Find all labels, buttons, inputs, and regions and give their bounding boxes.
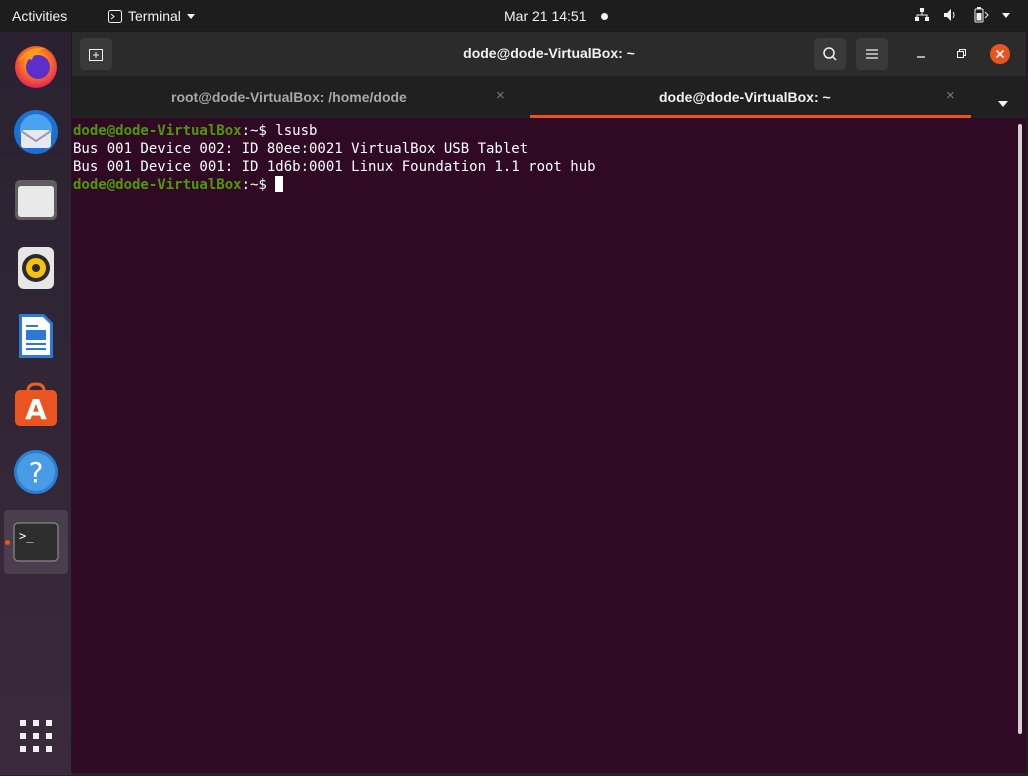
tab-bar: root@dode-VirtualBox: /home/dode × dode@… [72, 76, 1026, 118]
hamburger-icon [866, 49, 878, 59]
show-applications-icon[interactable] [20, 720, 52, 752]
notification-dot-icon [600, 12, 608, 20]
top-bar: Activities Terminal Mar 21 14:51 [0, 0, 1028, 32]
clock[interactable]: Mar 21 14:51 [504, 8, 608, 24]
search-icon [823, 47, 837, 61]
volume-icon [944, 9, 955, 21]
tab-root-label: root@dode-VirtualBox: /home/dode [171, 89, 407, 105]
help-glyph: ? [14, 450, 58, 494]
system-menu-chevron-icon [1002, 12, 1010, 18]
title-bar[interactable]: dode@dode-VirtualBox: ~ [72, 32, 1026, 76]
firefox-icon[interactable] [10, 40, 62, 92]
rhythmbox-glyph [18, 247, 54, 289]
chevron-down-icon [186, 13, 195, 19]
prompt-user: dode@dode-VirtualBox [73, 123, 242, 139]
tab-root-close-icon[interactable]: × [496, 87, 505, 104]
datetime: Mar 21 14:51 [504, 8, 587, 24]
tab-dode-close-icon[interactable]: × [946, 87, 955, 104]
text-cursor [275, 176, 284, 192]
terminal-glyph: >_ [13, 522, 59, 562]
prompt-user: dode@dode-VirtualBox [73, 177, 242, 193]
thunderbird-icon[interactable] [10, 106, 62, 158]
rhythmbox-icon[interactable] [10, 242, 62, 294]
output-line: Bus 001 Device 001: ID 1d6b:0001 Linux F… [73, 159, 596, 175]
ubuntu-software-icon[interactable]: A [10, 378, 62, 430]
prompt-suffix: :~$ [241, 123, 276, 139]
svg-text:>_: >_ [19, 529, 34, 543]
tab-list-chevron-icon [998, 101, 1008, 107]
terminal-small-icon [108, 9, 122, 23]
prompt-suffix: :~$ [241, 177, 276, 193]
minimize-icon [917, 56, 925, 58]
writer-glyph [19, 314, 53, 358]
app-menu[interactable]: Terminal [108, 8, 195, 24]
libreoffice-writer-icon[interactable] [10, 310, 62, 362]
dock: A ? >_ [0, 32, 72, 775]
close-icon [995, 49, 1005, 59]
terminal-window: dode@dode-VirtualBox: ~ root@dode-Virtua… [72, 32, 1026, 772]
minimize-button[interactable] [911, 44, 931, 64]
command-text: lsusb [275, 123, 318, 139]
network-icon [915, 8, 929, 21]
search-button[interactable] [814, 38, 846, 70]
tab-list-button[interactable] [998, 94, 1008, 110]
tab-dode[interactable]: dode@dode-VirtualBox: ~ × [530, 76, 971, 118]
tab-dode-label: dode@dode-VirtualBox: ~ [659, 89, 831, 105]
app-menu-label: Terminal [128, 8, 181, 24]
maximize-button[interactable] [951, 44, 971, 64]
files-icon[interactable] [10, 174, 62, 226]
close-button[interactable] [990, 44, 1010, 64]
help-icon[interactable]: ? [10, 446, 62, 498]
command-line: dode@dode-VirtualBox:~$ lsusb [73, 122, 1013, 140]
activities-button[interactable]: Activities [12, 8, 67, 24]
tab-root[interactable]: root@dode-VirtualBox: /home/dode × [72, 76, 530, 118]
files-glyph [15, 180, 57, 220]
menu-button[interactable] [856, 38, 888, 70]
terminal-icon[interactable]: >_ [4, 510, 68, 574]
maximize-icon [957, 49, 966, 58]
firefox-glyph [15, 46, 57, 88]
battery-icon [974, 7, 989, 23]
system-tray[interactable] [914, 7, 1010, 23]
current-prompt-line: dode@dode-VirtualBox:~$ [73, 176, 1013, 194]
terminal-content[interactable]: dode@dode-VirtualBox:~$ lsusb Bus 001 De… [72, 118, 1013, 776]
thunderbird-glyph [14, 110, 58, 154]
svg-text:A: A [25, 393, 47, 426]
output-line: Bus 001 Device 002: ID 80ee:0021 Virtual… [73, 141, 529, 157]
scrollbar[interactable] [1018, 124, 1022, 734]
running-indicator [5, 540, 10, 545]
svg-text:?: ? [29, 456, 44, 489]
software-glyph: A [15, 382, 57, 426]
